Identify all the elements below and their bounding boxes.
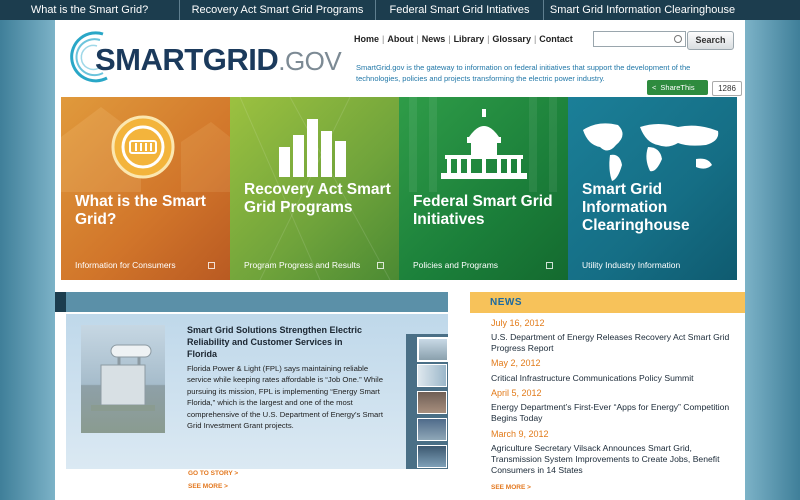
logo-suffix-text: .GOV bbox=[278, 46, 342, 76]
tile-title: Federal Smart Grid Initiatives bbox=[413, 193, 553, 228]
logo-main-text: SMARTGRID bbox=[95, 42, 279, 77]
top-nav-what-is-smart-grid[interactable]: What is the Smart Grid? bbox=[0, 0, 180, 20]
search-button[interactable]: Search bbox=[687, 31, 734, 50]
share-button[interactable]: < ShareThis bbox=[647, 80, 708, 95]
meter-icon bbox=[111, 115, 175, 179]
news-date: April 5, 2012 bbox=[491, 388, 542, 398]
external-link-icon bbox=[546, 262, 553, 269]
external-link-icon bbox=[377, 262, 384, 269]
utility-nav: Home | About | News | Library | Glossary | Contact bbox=[354, 34, 573, 44]
top-nav: What is the Smart Grid? Recovery Act Sma… bbox=[0, 0, 800, 20]
feature-title[interactable]: Smart Grid Solutions Strengthen Electric… bbox=[187, 324, 372, 360]
feature-story: Smart Grid Solutions Strengthen Electric… bbox=[66, 314, 449, 469]
news-headline[interactable]: U.S. Department of Energy Releases Recov… bbox=[491, 332, 731, 354]
search-icon bbox=[674, 35, 682, 43]
top-nav-recovery-act[interactable]: Recovery Act Smart Grid Programs bbox=[180, 0, 376, 20]
substation-equipment-icon bbox=[91, 344, 155, 411]
feature-see-more-link[interactable]: SEE MORE > bbox=[188, 483, 228, 490]
tile-subtitle: Utility Industry Information bbox=[582, 260, 681, 270]
tile-recovery-act[interactable]: Recovery Act Smart Grid Programs Program… bbox=[230, 97, 399, 280]
news-headline[interactable]: Critical Infrastructure Communications P… bbox=[491, 373, 731, 384]
feature-photo[interactable] bbox=[81, 325, 165, 433]
thumbnail-1[interactable] bbox=[417, 337, 449, 362]
tile-what-is-smart-grid[interactable]: What is the Smart Grid? Information for … bbox=[61, 97, 230, 280]
utility-nav-contact[interactable]: Contact bbox=[539, 34, 573, 44]
tile-title: Smart Grid Information Clearinghouse bbox=[582, 181, 690, 234]
tile-federal-initiatives[interactable]: Federal Smart Grid Initiatives Policies … bbox=[399, 97, 568, 280]
tile-subtitle: Policies and Programs bbox=[413, 260, 499, 270]
news-headline[interactable]: Agriculture Secretary Vilsack Announces … bbox=[491, 443, 731, 476]
news-label: NEWS bbox=[490, 297, 522, 308]
top-nav-clearinghouse[interactable]: Smart Grid Information Clearinghouse bbox=[544, 0, 741, 20]
news-date: May 2, 2012 bbox=[491, 358, 541, 368]
hero-tiles: What is the Smart Grid? Information for … bbox=[61, 97, 737, 280]
feature-header-bar bbox=[55, 292, 448, 312]
world-map-icon bbox=[583, 123, 719, 181]
news-headline[interactable]: Energy Department’s First-Ever “Apps for… bbox=[491, 402, 731, 424]
bar-chart-icon bbox=[279, 119, 346, 177]
thumbnail-2[interactable] bbox=[417, 364, 447, 387]
news-header: NEWS bbox=[470, 292, 745, 313]
logo-text: SMARTGRID.GOV bbox=[95, 42, 342, 78]
thumbnail-5[interactable] bbox=[417, 445, 447, 468]
top-nav-federal-initiatives[interactable]: Federal Smart Grid Intiatives bbox=[376, 0, 544, 20]
share-count: 1286 bbox=[712, 81, 742, 96]
news-date: July 16, 2012 bbox=[491, 318, 545, 328]
utility-nav-news[interactable]: News bbox=[422, 34, 446, 44]
share-label: ShareThis bbox=[660, 83, 695, 92]
news-list: July 16, 2012 U.S. Department of Energy … bbox=[470, 313, 745, 500]
tile-title: Recovery Act Smart Grid Programs bbox=[244, 181, 391, 216]
go-to-story-link[interactable]: GO TO STORY > bbox=[188, 470, 238, 477]
utility-nav-home[interactable]: Home bbox=[354, 34, 379, 44]
feature-thumbnails bbox=[406, 334, 449, 469]
utility-nav-glossary[interactable]: Glossary bbox=[492, 34, 531, 44]
share-icon: < bbox=[652, 83, 657, 92]
utility-nav-about[interactable]: About bbox=[387, 34, 413, 44]
external-link-icon bbox=[208, 262, 215, 269]
tile-subtitle: Information for Consumers bbox=[75, 260, 176, 270]
news-see-more-link[interactable]: SEE MORE > bbox=[491, 484, 531, 491]
thumbnail-4[interactable] bbox=[417, 418, 447, 441]
tile-title: What is the Smart Grid? bbox=[75, 193, 206, 228]
capitol-building-icon bbox=[441, 109, 527, 179]
utility-nav-library[interactable]: Library bbox=[454, 34, 485, 44]
page: SMARTGRID.GOV Home | About | News | Library | Gl… bbox=[55, 20, 745, 500]
feature-body: Florida Power & Light (FPL) says maintai… bbox=[187, 364, 383, 431]
tile-clearinghouse[interactable]: Smart Grid Information Clearinghouse Uti… bbox=[568, 97, 737, 280]
tile-subtitle: Program Progress and Results bbox=[244, 260, 361, 270]
search-input[interactable] bbox=[593, 31, 686, 47]
thumbnail-3[interactable] bbox=[417, 391, 447, 414]
site-logo[interactable]: SMARTGRID.GOV bbox=[65, 26, 342, 86]
news-date: March 9, 2012 bbox=[491, 429, 549, 439]
